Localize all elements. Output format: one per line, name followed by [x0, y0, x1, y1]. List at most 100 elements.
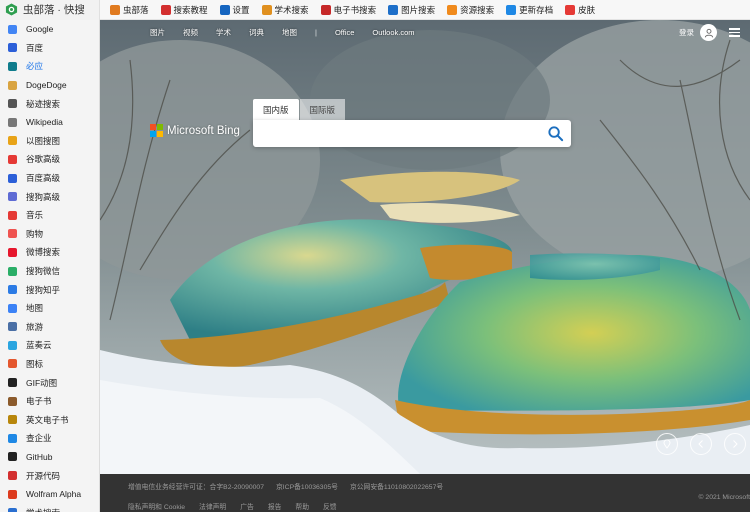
sidebar-item-label: GIF动图 [26, 377, 58, 388]
toolbar-link-5[interactable]: 图片搜索 [388, 4, 435, 16]
engine-icon [8, 61, 17, 71]
sidebar-item[interactable]: 学术搜索 [0, 503, 99, 512]
footer-link[interactable]: 帮助 [295, 501, 309, 511]
background-image [100, 20, 750, 474]
bing-nav-link[interactable]: 视频 [183, 27, 198, 38]
engine-icon [8, 136, 17, 146]
tools-icon [110, 4, 120, 15]
sidebar-item[interactable]: Wolfram Alpha [0, 485, 99, 504]
engine-icon [8, 378, 17, 388]
toolbar-link-6[interactable]: 资源搜索 [447, 4, 494, 16]
sidebar-item[interactable]: 以图搜图 [0, 132, 99, 151]
bing-nav-link[interactable]: 地图 [282, 27, 297, 38]
sidebar-item-label: 音乐 [26, 210, 44, 221]
bing-logo: Microsoft Bing [150, 124, 240, 137]
toolbar-link-2[interactable]: 设置 [219, 4, 250, 16]
sidebar-item[interactable]: GIF动图 [0, 373, 99, 392]
toolbar-link-label: 图片搜索 [401, 4, 436, 15]
engine-icon [8, 340, 17, 350]
bing-nav-link[interactable]: 图片 [150, 27, 165, 38]
toolbar-link-8[interactable]: 皮肤 [565, 4, 595, 16]
bing-footer: 增值电信业务经营许可证：合字B2-20090007 京ICP备10036305号 京… [100, 474, 750, 512]
search-input[interactable] [261, 125, 541, 142]
avatar[interactable] [700, 24, 717, 41]
login-link[interactable]: 登录 [679, 27, 694, 38]
footer-link[interactable]: 隐私声明和 Cookie [128, 501, 185, 511]
sidebar-item[interactable]: 谷歌高级 [0, 150, 99, 169]
bing-nav-link[interactable]: Office [335, 28, 354, 37]
sidebar-item[interactable]: 搜狗知乎 [0, 280, 99, 299]
nav-separator: | [315, 28, 317, 37]
footer-license-text: 京ICP备10036305号 [275, 484, 338, 491]
menu-icon[interactable] [729, 26, 740, 39]
sidebar-item[interactable]: Google [0, 20, 99, 39]
sidebar-item[interactable]: 购物 [0, 225, 99, 244]
sidebar-item[interactable]: 旅游 [0, 318, 99, 337]
gear-icon [219, 4, 230, 15]
footer-link[interactable]: 报告 [268, 501, 282, 511]
engine-icon [8, 80, 17, 90]
sidebar-item[interactable]: 百度 [0, 39, 99, 58]
app-brand[interactable]: 虫部落 · 快搜 [0, 0, 100, 20]
toolbar-link-label: 设置 [232, 4, 250, 15]
engine-icon [8, 489, 17, 499]
sidebar-item[interactable]: 秘迹搜索 [0, 94, 99, 113]
tab-international[interactable]: 国际版 [299, 99, 346, 120]
bing-nav-link[interactable]: 学术 [216, 27, 231, 38]
sidebar-item[interactable]: 查企业 [0, 429, 99, 448]
sidebar-item[interactable]: 音乐 [0, 206, 99, 225]
sidebar-item[interactable]: 蓝奏云 [0, 336, 99, 355]
sidebar-item[interactable]: 微博搜索 [0, 243, 99, 262]
image-info-button[interactable] [656, 433, 678, 455]
engine-icon [8, 471, 17, 481]
bing-nav: 图片 视频 学术 词典 地图 | Office Outlook.com [150, 27, 433, 38]
toolbar-link-label: 虫部落 [123, 4, 149, 15]
sidebar-item-label: 以图搜图 [26, 135, 61, 146]
engine-icon [8, 154, 17, 164]
footer-license-text: 增值电信业务经营许可证：合字B2-20090007 [128, 484, 264, 491]
sidebar-item-label: 蓝奏云 [26, 340, 52, 351]
toolbar-link-7[interactable]: 更新存档 [506, 4, 553, 16]
footer-link[interactable]: 广告 [240, 501, 254, 511]
footer-link[interactable]: 反馈 [323, 501, 337, 511]
search-icon[interactable] [547, 125, 564, 142]
sidebar-item[interactable]: 搜狗高级 [0, 187, 99, 206]
sidebar-item[interactable]: 百度高级 [0, 169, 99, 188]
sidebar-item[interactable]: GitHub [0, 448, 99, 467]
sidebar-item[interactable]: 搜狗微信 [0, 262, 99, 281]
tab-domestic[interactable]: 国内版 [253, 99, 299, 120]
bing-nav-link[interactable]: Outlook.com [372, 28, 414, 37]
toolbar-link-3[interactable]: 学术搜索 [261, 4, 309, 16]
sidebar-item-label: 地图 [26, 303, 44, 314]
sidebar-item[interactable]: DogeDoge [0, 76, 99, 95]
toolbar-link-4[interactable]: 电子书搜索 [320, 4, 376, 16]
sidebar-item-label: 微博搜索 [26, 247, 61, 258]
sidebar-item-label: Wolfram Alpha [26, 489, 82, 500]
footer-license-text: 京公网安备11010802022657号 [349, 484, 444, 491]
engine-sidebar: Google 百度必应 DogeDoge 秘迹搜索 Wikipedia 以图搜图谷歌高级百… [0, 20, 100, 512]
bing-nav-link[interactable]: 词典 [249, 27, 264, 38]
next-image-button[interactable] [724, 433, 746, 455]
bing-account: 登录 [679, 24, 740, 41]
toolbar-link-1[interactable]: 搜索教程 [160, 4, 208, 16]
footer-link[interactable]: 法律声明 [199, 501, 226, 511]
sidebar-item-label: 百度 [26, 42, 44, 53]
sidebar-item[interactable]: 图标 [0, 355, 99, 374]
toolbar-link-label: 搜索教程 [173, 4, 208, 15]
previous-image-button[interactable] [690, 433, 712, 455]
engine-icon [8, 117, 17, 127]
toolbar-link-0[interactable]: 虫部落 [110, 4, 149, 16]
sidebar-item[interactable]: 开源代码 [0, 466, 99, 485]
microsoft-logo-icon [150, 124, 163, 137]
engine-icon [8, 415, 17, 425]
sidebar-item[interactable]: 电子书 [0, 392, 99, 411]
engine-icon [8, 285, 17, 295]
scholar-icon [261, 4, 272, 15]
toolbar-link-label: 皮肤 [578, 4, 596, 15]
sidebar-item[interactable]: 英文电子书 [0, 410, 99, 429]
refresh-icon [506, 4, 517, 15]
sidebar-item[interactable]: Wikipedia [0, 113, 99, 132]
sidebar-item[interactable]: 必应 [0, 57, 99, 76]
sidebar-item[interactable]: 地图 [0, 299, 99, 318]
engine-icon [8, 24, 17, 34]
